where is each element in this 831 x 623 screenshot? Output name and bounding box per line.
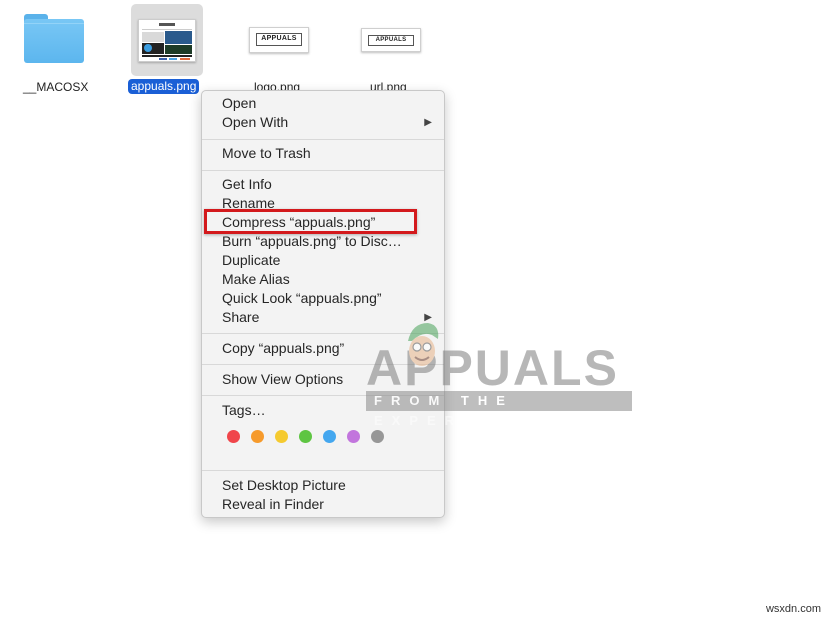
menu-item-reveal-in-finder[interactable]: Reveal in Finder	[222, 495, 444, 514]
annotation-highlight-box	[204, 209, 417, 234]
folder-icon	[24, 14, 84, 63]
image-thumbnail-icon	[138, 19, 196, 62]
menu-separator	[202, 395, 444, 396]
menu-item-burn-to-disc[interactable]: Burn “appuals.png” to Disc…	[222, 232, 444, 251]
menu-separator	[202, 470, 444, 471]
menu-separator	[202, 333, 444, 334]
menu-item-set-desktop-picture[interactable]: Set Desktop Picture	[222, 476, 444, 495]
menu-item-copy[interactable]: Copy “appuals.png”	[222, 339, 444, 358]
tag-yellow-button[interactable]	[275, 430, 288, 443]
menu-item-move-to-trash[interactable]: Move to Trash	[222, 144, 444, 163]
menu-item-label: Burn “appuals.png” to Disc…	[222, 233, 402, 249]
menu-item-open[interactable]: Open	[222, 94, 444, 113]
tag-orange-button[interactable]	[251, 430, 264, 443]
file-item-macosx[interactable]: __MACOSX	[18, 6, 90, 96]
menu-item-label: Set Desktop Picture	[222, 477, 346, 493]
menu-separator	[202, 364, 444, 365]
menu-item-share[interactable]: Share ▶	[222, 308, 444, 327]
menu-item-label: Copy “appuals.png”	[222, 340, 345, 356]
menu-item-tags[interactable]: Tags…	[222, 401, 444, 420]
menu-item-duplicate[interactable]: Duplicate	[222, 251, 444, 270]
submenu-arrow-icon: ▶	[424, 117, 432, 128]
menu-item-label: Get Info	[222, 176, 272, 192]
menu-item-label: Tags…	[222, 402, 266, 418]
menu-item-label: Share	[222, 309, 260, 325]
tag-green-button[interactable]	[299, 430, 312, 443]
submenu-arrow-icon: ▶	[424, 312, 432, 323]
menu-separator	[202, 139, 444, 140]
menu-item-quick-look[interactable]: Quick Look “appuals.png”	[222, 289, 444, 308]
menu-item-label: Duplicate	[222, 252, 281, 268]
thumbnail-text: APPUALS	[368, 35, 414, 46]
tag-purple-button[interactable]	[347, 430, 360, 443]
file-name: __MACOSX	[23, 80, 89, 94]
menu-separator	[202, 170, 444, 171]
menu-item-label: Open With	[222, 114, 289, 130]
menu-item-label: Move to Trash	[222, 145, 311, 161]
tag-red-button[interactable]	[227, 430, 240, 443]
tag-gray-button[interactable]	[371, 430, 384, 443]
menu-item-label: Open	[222, 95, 257, 111]
menu-item-open-with[interactable]: Open With ▶	[222, 113, 444, 132]
image-thumbnail-icon: APPUALS	[249, 27, 309, 53]
menu-item-label: Show View Options	[222, 371, 344, 387]
menu-item-get-info[interactable]: Get Info	[222, 175, 444, 194]
site-credit: wsxdn.com	[765, 603, 821, 615]
menu-item-label: Reveal in Finder	[222, 496, 324, 512]
context-menu: Open Open With ▶ Move to Trash Get Info R…	[201, 90, 445, 518]
menu-item-label: Quick Look “appuals.png”	[222, 290, 382, 306]
menu-item-show-view-options[interactable]: Show View Options	[222, 370, 444, 389]
thumbnail-text: APPUALS	[256, 33, 302, 46]
menu-item-make-alias[interactable]: Make Alias	[222, 270, 444, 289]
tag-blue-button[interactable]	[323, 430, 336, 443]
image-thumbnail-icon: APPUALS	[361, 28, 421, 52]
file-name: appuals.png	[128, 79, 200, 94]
menu-item-label: Make Alias	[222, 271, 290, 287]
